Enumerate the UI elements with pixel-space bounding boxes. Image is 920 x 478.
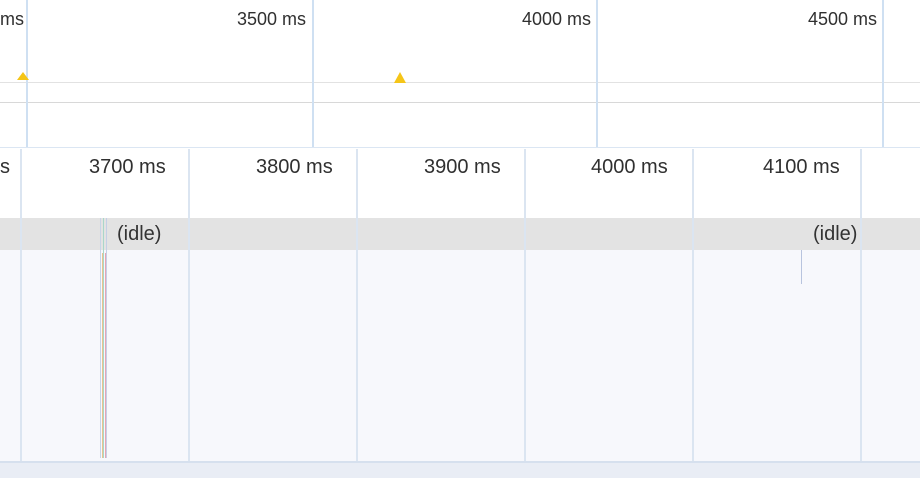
overview-tick-label: 4500 ms — [807, 9, 877, 29]
idle-label[interactable]: (idle) — [813, 223, 857, 246]
timeline-footer — [0, 461, 920, 478]
task-stripe[interactable] — [106, 218, 107, 458]
overview-tick-label: 4000 ms — [521, 9, 591, 29]
timeline-grid-line — [692, 149, 694, 461]
flame-chart-area[interactable] — [0, 250, 920, 461]
timeline-tick-label: 3700 ms — [89, 156, 166, 178]
timeline-grid-line — [356, 149, 358, 461]
idle-label[interactable]: (idle) — [117, 223, 161, 246]
overview-tick-label: ms — [0, 9, 24, 29]
task-stripe[interactable] — [103, 218, 104, 458]
overview-bottom-border — [0, 147, 920, 148]
task-stripe[interactable] — [100, 218, 101, 458]
timeline-grid-line — [860, 149, 862, 461]
overview-tick-label: 3500 ms — [236, 9, 306, 29]
timeline-grid-line — [20, 149, 22, 461]
main-timeline[interactable]: s 3700 ms 3800 ms 3900 ms 4000 ms 4100 m… — [0, 149, 920, 478]
timeline-tick-label: 3800 ms — [256, 156, 333, 178]
overview-grid-line — [0, 102, 920, 103]
timeline-overview[interactable]: ms 3500 ms 4000 ms 4500 ms — [0, 0, 920, 148]
task-stripe[interactable] — [801, 250, 802, 284]
cpu-activity-spike — [394, 72, 406, 83]
timeline-grid-line — [188, 149, 190, 461]
timeline-tick-label: 4000 ms — [591, 156, 668, 178]
overview-tick-line — [882, 0, 884, 148]
cpu-activity-spike — [17, 72, 29, 80]
timeline-tick-label: 3900 ms — [424, 156, 501, 178]
overview-tick-line — [596, 0, 598, 148]
timeline-tick-label: s — [0, 156, 10, 178]
performance-panel: ms 3500 ms 4000 ms 4500 ms s 3700 ms 380… — [0, 0, 920, 478]
timeline-grid-line — [524, 149, 526, 461]
overview-grid-line — [0, 82, 920, 83]
timeline-tick-label: 4100 ms — [763, 156, 840, 178]
overview-tick-line — [312, 0, 314, 148]
